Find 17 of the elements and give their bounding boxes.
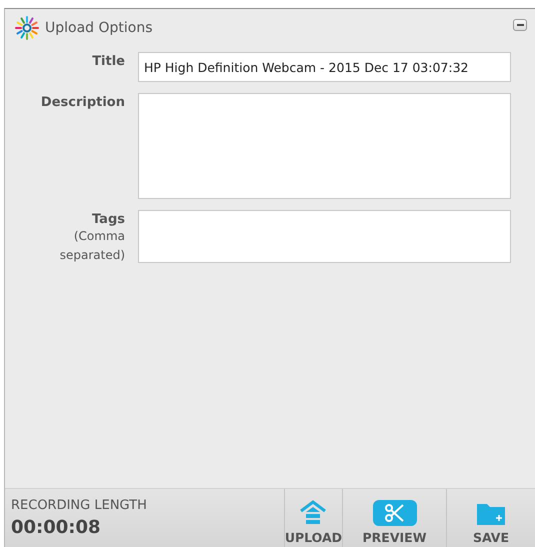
minimize-button[interactable] bbox=[513, 19, 527, 31]
logo-icon bbox=[15, 16, 39, 40]
toolbar-button[interactable]: SAVE bbox=[446, 489, 535, 547]
panel-title: Upload Options bbox=[45, 20, 154, 36]
description-field[interactable] bbox=[138, 93, 511, 199]
field-label: Title bbox=[92, 54, 125, 69]
status-label: RECORDING LENGTH bbox=[11, 498, 148, 513]
field-label: Description bbox=[40, 95, 125, 110]
field-label: Tags bbox=[92, 212, 125, 227]
upload-icon bbox=[298, 500, 328, 526]
text-field[interactable] bbox=[138, 210, 511, 263]
recording-time: 00:00:08 bbox=[11, 517, 102, 538]
scissors-icon bbox=[372, 500, 416, 526]
field-hint: (Comma separated) bbox=[58, 228, 125, 264]
text-field[interactable]: HP High Definition Webcam - 2015 Dec 17 03:07:32 bbox=[138, 52, 511, 82]
toolbar-button[interactable]: PREVIEW bbox=[342, 489, 446, 547]
toolbar-button[interactable]: UPLOAD bbox=[284, 489, 342, 547]
